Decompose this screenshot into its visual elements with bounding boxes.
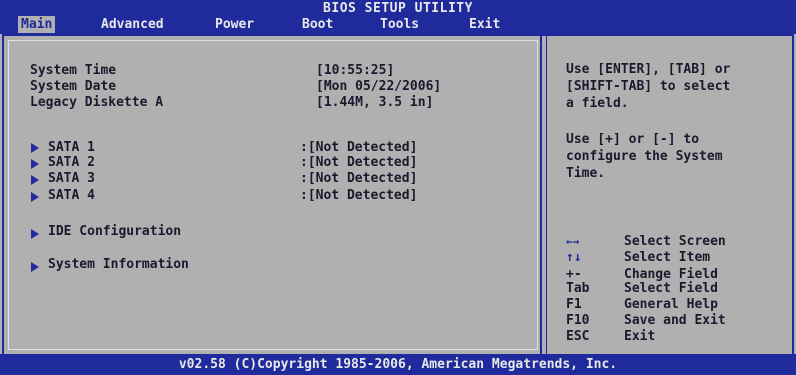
sata-4-label[interactable]: SATA 4 bbox=[48, 188, 95, 203]
key-description: Select Field bbox=[624, 281, 718, 296]
window-title: BIOS SETUP UTILITY bbox=[323, 1, 473, 16]
legacy-diskette-label: Legacy Diskette A bbox=[30, 95, 164, 110]
ide-configuration-item[interactable]: IDE Configuration bbox=[48, 224, 181, 239]
menu-power[interactable]: Power bbox=[212, 16, 257, 33]
submenu-arrow-icon bbox=[31, 262, 39, 272]
menu-bar: Main Advanced Power Boot Tools Exit bbox=[0, 16, 796, 34]
submenu-arrow-icon bbox=[31, 192, 39, 202]
key-symbol: Tab bbox=[566, 281, 590, 296]
up-down-arrows-icon: ↑↓ bbox=[566, 250, 582, 265]
key-symbol: F1 bbox=[566, 297, 582, 312]
key-description: Exit bbox=[624, 329, 656, 344]
key-description: Save and Exit bbox=[624, 313, 726, 328]
menu-advanced[interactable]: Advanced bbox=[98, 16, 167, 33]
key-symbol: +- bbox=[566, 267, 582, 282]
system-date-value[interactable]: [Mon 05/22/2006] bbox=[316, 79, 441, 94]
sata-4-value: :[Not Detected] bbox=[300, 188, 418, 203]
help-text-navigation: Use [ENTER], [TAB] or [SHIFT-TAB] to sel… bbox=[566, 62, 731, 111]
key-description: Change Field bbox=[624, 267, 718, 282]
menu-main[interactable]: Main bbox=[18, 16, 56, 33]
key-description: General Help bbox=[624, 297, 718, 312]
system-information-item[interactable]: System Information bbox=[48, 257, 189, 272]
sata-3-value: :[Not Detected] bbox=[300, 171, 418, 186]
system-date-label: System Date bbox=[30, 79, 117, 94]
key-description: Select Item bbox=[624, 250, 711, 265]
submenu-arrow-icon bbox=[31, 159, 39, 169]
menu-exit[interactable]: Exit bbox=[466, 16, 503, 33]
key-symbol: F10 bbox=[566, 313, 590, 328]
menu-boot[interactable]: Boot bbox=[299, 16, 336, 33]
sata-2-label[interactable]: SATA 2 bbox=[48, 155, 95, 170]
system-time-value[interactable]: [10:55:25] bbox=[316, 63, 394, 78]
sata-2-value: :[Not Detected] bbox=[300, 155, 418, 170]
sata-1-value: :[Not Detected] bbox=[300, 140, 418, 155]
submenu-arrow-icon bbox=[31, 175, 39, 185]
submenu-arrow-icon bbox=[31, 143, 39, 153]
sata-3-label[interactable]: SATA 3 bbox=[48, 171, 95, 186]
sata-1-label[interactable]: SATA 1 bbox=[48, 140, 95, 155]
help-text-configure: Use [+] or [-] to configure the System T… bbox=[566, 132, 723, 181]
menu-tools[interactable]: Tools bbox=[377, 16, 422, 33]
copyright-footer: v02.58 (C)Copyright 1985-2006, American … bbox=[0, 354, 796, 375]
system-time-label: System Time bbox=[30, 63, 117, 78]
panel-divider bbox=[540, 36, 547, 354]
submenu-arrow-icon bbox=[31, 229, 39, 239]
key-description: Select Screen bbox=[624, 234, 726, 249]
top-bar: BIOS SETUP UTILITY Main Advanced Power B… bbox=[0, 0, 796, 34]
legacy-diskette-value[interactable]: [1.44M, 3.5 in] bbox=[316, 95, 433, 110]
key-symbol: ESC bbox=[566, 329, 590, 344]
left-right-arrows-icon: ←→ bbox=[566, 235, 580, 248]
